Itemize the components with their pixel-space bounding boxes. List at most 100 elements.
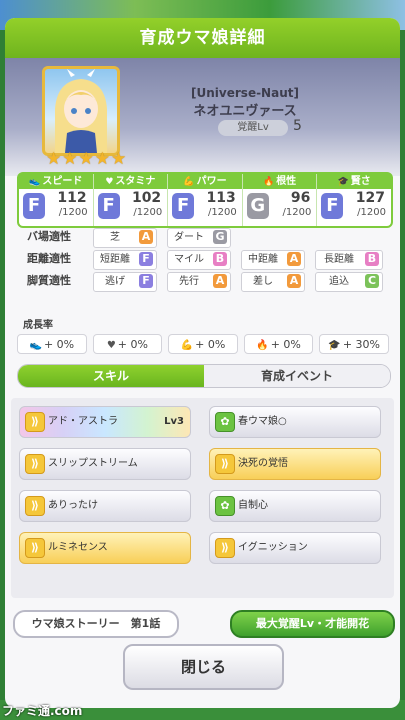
stat-stamina-label: スタミナ <box>115 176 156 187</box>
aptitude-turf-label: 芝 <box>110 232 120 243</box>
skill-name: ありったけ <box>48 500 98 511</box>
flame-icon: 🔥 <box>262 177 275 187</box>
skill-item[interactable]: ✿ 春ウマ娘○ <box>209 406 381 438</box>
growth-power-value: + 0% <box>195 338 226 351</box>
character-name: ネオユニヴァース <box>193 104 297 119</box>
growth-rate-row: 👟 + 0% ♥ + 0% 💪 + 0% 🔥 + 0% 🎓 + 30% <box>17 334 389 354</box>
aptitude-mile-label: マイル <box>174 254 204 265</box>
tab-training-events[interactable]: 育成イベント <box>204 365 390 387</box>
aptitude-dirt-label: ダート <box>174 232 204 243</box>
stat-speed-max: /1200 <box>58 207 88 218</box>
stat-power-max: /1200 <box>207 207 237 218</box>
aptitude-turf: 芝 A <box>93 228 157 248</box>
stat-guts-value: 96 <box>290 190 311 206</box>
growth-power: 💪 + 0% <box>168 334 238 354</box>
graduation-cap-icon: 🎓 <box>328 340 341 351</box>
aptitude-turf-grade: A <box>139 230 153 244</box>
star-icon: ★ <box>78 149 94 169</box>
speed-skill-icon: ⟫ <box>215 454 235 474</box>
skill-item[interactable]: ⟫ ルミネセンス <box>19 532 191 564</box>
close-button[interactable]: 閉じる <box>123 644 284 690</box>
aptitude-late-surger-label: 差し <box>253 276 273 287</box>
aptitude-late-surger-grade: A <box>287 274 301 288</box>
star-icon: ★ <box>46 149 62 169</box>
speed-skill-icon: ⟫ <box>25 454 45 474</box>
star-icon: ★ <box>111 149 127 169</box>
stats-panel: 👟 スピード F 112 /1200 ♥ スタミナ F 102 /1200 💪 パワー… <box>17 172 393 228</box>
green-skill-icon: ✿ <box>215 412 235 432</box>
stat-guts: 🔥 根性 G 96 /1200 <box>242 174 318 226</box>
skills-list: ⟫ アド・アストラ Lv3 ✿ 春ウマ娘○ ⟫ スリップストリーム ⟫ 決死の覚… <box>11 398 394 598</box>
stat-stamina-max: /1200 <box>133 207 163 218</box>
skill-level: Lv3 <box>164 416 184 427</box>
story-button[interactable]: ウマ娘ストーリー 第1話 <box>13 610 179 638</box>
aptitude-sprint-label: 短距離 <box>100 254 130 265</box>
stat-stamina-grade: F <box>97 193 120 219</box>
skill-item[interactable]: ⟫ アド・アストラ Lv3 <box>19 406 191 438</box>
skill-item[interactable]: ✿ 自制心 <box>209 490 381 522</box>
detail-tabs: スキル 育成イベント <box>17 364 391 388</box>
speed-skill-icon: ⟫ <box>25 496 45 516</box>
skill-name: 自制心 <box>238 500 268 511</box>
tab-skills[interactable]: スキル <box>18 365 204 387</box>
stat-wisdom: 🎓 賢さ F 127 /1200 <box>317 174 391 226</box>
aptitude-sprint: 短距離 F <box>93 250 157 270</box>
stat-guts-max: /1200 <box>282 207 312 218</box>
stat-guts-header: 🔥 根性 <box>242 174 317 189</box>
aptitude-end-closer: 追込 C <box>315 272 383 292</box>
shoe-icon: 👟 <box>29 177 41 187</box>
graduation-cap-icon: 🎓 <box>337 177 349 187</box>
speed-skill-icon: ⟫ <box>25 412 45 432</box>
aptitude-medium-grade: A <box>287 252 301 266</box>
aptitude-pace-chaser-label: 先行 <box>179 276 199 287</box>
aptitude-front-runner-label: 逃げ <box>105 276 125 287</box>
aptitude-style-row: 脚質適性 逃げ F 先行 A 差し A 追込 C <box>27 272 387 292</box>
aptitude-medium: 中距離 A <box>241 250 305 270</box>
growth-rate-title: 成長率 <box>23 320 53 331</box>
heart-icon: ♥ <box>105 177 114 187</box>
stat-wisdom-label: 賢さ <box>350 176 371 187</box>
growth-wisdom: 🎓 + 30% <box>319 334 389 354</box>
green-skill-icon: ✿ <box>215 496 235 516</box>
aptitude-track-label: バ場適性 <box>27 230 71 243</box>
speed-skill-icon: ⟫ <box>215 538 235 558</box>
muscle-icon: 💪 <box>183 177 195 187</box>
aptitude-style-label: 脚質適性 <box>27 274 71 287</box>
skill-item[interactable]: ⟫ ありったけ <box>19 490 191 522</box>
heart-icon: ♥ <box>106 340 116 351</box>
stat-guts-label: 根性 <box>276 176 297 187</box>
aptitude-late-surger: 差し A <box>241 272 305 292</box>
watermark-logo: ファミ通.com <box>2 704 83 718</box>
stat-stamina-value: 102 <box>131 190 162 206</box>
aptitude-long-label: 長距離 <box>324 254 354 265</box>
muscle-icon: 💪 <box>180 340 194 351</box>
star-icon: ★ <box>62 149 78 169</box>
awakening-level: 5 <box>293 118 302 134</box>
aptitude-front-runner: 逃げ F <box>93 272 157 292</box>
character-portrait[interactable] <box>42 66 120 156</box>
flame-icon: 🔥 <box>256 340 269 351</box>
stat-power-grade: F <box>172 193 195 219</box>
dialog-title: 育成ウマ娘詳細 <box>5 18 400 58</box>
stat-wisdom-header: 🎓 賢さ <box>317 174 391 189</box>
skill-item[interactable]: ⟫ イグニッション <box>209 532 381 564</box>
max-awaken-button[interactable]: 最大覚醒Lv・才能開花 <box>230 610 395 638</box>
skill-item[interactable]: ⟫ 決死の覚悟 <box>209 448 381 480</box>
stat-wisdom-grade: F <box>321 193 344 219</box>
stat-power: 💪 パワー F 113 /1200 <box>168 174 243 226</box>
stat-guts-grade: G <box>246 193 269 219</box>
aptitude-end-closer-grade: C <box>365 274 379 288</box>
skill-name: イグニッション <box>238 542 308 553</box>
stat-speed-header: 👟 スピード <box>19 174 93 189</box>
aptitude-end-closer-label: 追込 <box>329 276 349 287</box>
rarity-stars: ★ ★ ★ ★ ★ <box>46 150 126 168</box>
stat-wisdom-max: /1200 <box>357 207 386 218</box>
awakening-label: 覚醒Lv <box>218 120 288 136</box>
skill-item[interactable]: ⟫ スリップストリーム <box>19 448 191 480</box>
stat-speed: 👟 スピード F 112 /1200 <box>19 174 94 226</box>
stat-stamina-header: ♥ スタミナ <box>93 174 168 189</box>
character-header: ★ ★ ★ ★ ★ [Universe-Naut] ネオユニヴァース 覚醒Lv … <box>5 58 400 176</box>
aptitude-distance-label: 距離適性 <box>27 252 71 265</box>
growth-speed: 👟 + 0% <box>17 334 87 354</box>
skill-name: 決死の覚悟 <box>238 458 288 469</box>
